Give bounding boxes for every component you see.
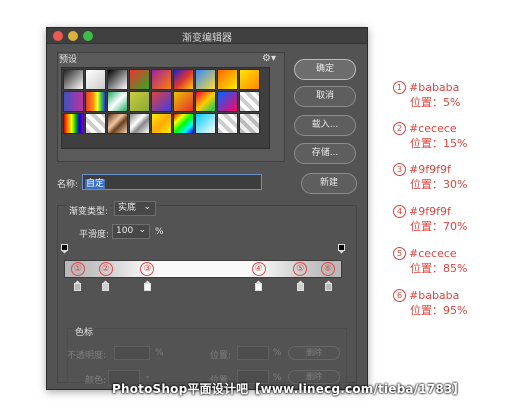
ok-button[interactable]: 确定 xyxy=(294,59,356,80)
smoothness-label: 平滑度: xyxy=(79,230,110,240)
preset-swatch[interactable] xyxy=(195,69,216,90)
stop-marker-1: ① xyxy=(70,262,85,276)
annotation-number: 1 xyxy=(393,81,406,94)
stops-section-label: 色标 xyxy=(73,325,96,338)
preset-swatch[interactable] xyxy=(129,69,150,90)
preset-swatch[interactable] xyxy=(217,69,238,90)
preset-swatch[interactable] xyxy=(173,113,194,134)
preset-swatch[interactable] xyxy=(151,91,172,112)
opacity-stop-right[interactable] xyxy=(338,244,345,254)
opacity-label: 不透明度: xyxy=(67,351,107,361)
smoothness-unit: % xyxy=(155,227,164,237)
annotation-position: 位置：30% xyxy=(410,178,468,191)
name-label: 名称: xyxy=(57,180,79,190)
preset-swatch-grid xyxy=(61,67,270,149)
preset-swatch[interactable] xyxy=(63,69,84,90)
preset-swatch[interactable] xyxy=(151,113,172,134)
title-bar[interactable]: 渐变编辑器 xyxy=(47,28,367,44)
color-stop-1[interactable] xyxy=(74,280,82,291)
smoothness-value: 100 xyxy=(116,226,134,236)
color-stop-6[interactable] xyxy=(324,280,332,291)
presets-label: 预设 xyxy=(59,55,78,65)
preset-swatch[interactable] xyxy=(129,91,150,112)
preset-swatch[interactable] xyxy=(195,91,216,112)
annotation-number: 2 xyxy=(393,122,406,135)
gradient-type-select[interactable]: 实底 ⌄ xyxy=(114,201,156,216)
color-stop-2[interactable] xyxy=(102,280,110,291)
annotation-number: 3 xyxy=(393,163,406,176)
annotation-position: 位置：95% xyxy=(410,304,468,317)
cancel-button[interactable]: 取消 xyxy=(294,86,356,107)
color-label: 颜色: xyxy=(85,376,107,386)
annotation-1: 1 #bababa 位置：5% xyxy=(393,80,460,110)
preset-swatch[interactable] xyxy=(107,91,128,112)
location-input[interactable] xyxy=(237,346,269,360)
opacity-stop-left[interactable] xyxy=(61,244,68,254)
color-stop-3[interactable] xyxy=(143,280,151,291)
annotation-4: 4 #9f9f9f 位置：70% xyxy=(393,204,467,234)
preset-swatch[interactable] xyxy=(239,113,260,134)
opacity-input[interactable] xyxy=(114,346,150,360)
location-label: 位置: xyxy=(210,351,232,361)
preset-swatch[interactable] xyxy=(85,69,106,90)
chevron-down-icon: ⌄ xyxy=(143,202,151,212)
location-unit: % xyxy=(273,348,282,358)
annotation-number: 6 xyxy=(393,289,406,302)
annotation-color: #9f9f9f xyxy=(409,205,451,218)
gradient-type-value: 实底 xyxy=(118,203,137,213)
preset-swatch[interactable] xyxy=(173,69,194,90)
preset-swatch[interactable] xyxy=(217,113,238,134)
annotation-position: 位置：85% xyxy=(410,262,468,275)
color-stop-5[interactable] xyxy=(296,280,304,291)
preset-swatch[interactable] xyxy=(239,69,260,90)
chevron-down-icon: ⌄ xyxy=(138,225,146,235)
delete-button[interactable]: 删除 xyxy=(288,346,340,360)
new-button[interactable]: 新建 xyxy=(301,173,357,194)
preset-swatch[interactable] xyxy=(129,113,150,134)
preset-swatch[interactable] xyxy=(107,113,128,134)
watermark: PhotoShop平面设计吧【www.linecg.com/tieba/1783… xyxy=(112,382,465,396)
stop-marker-4: ④ xyxy=(251,262,266,276)
dialog-title: 渐变编辑器 xyxy=(182,33,232,44)
annotation-color: #cecece xyxy=(409,122,457,135)
annotation-color: #9f9f9f xyxy=(409,163,451,176)
save-button[interactable]: 存储... xyxy=(294,143,356,164)
preset-swatch[interactable] xyxy=(217,91,238,112)
preset-swatch[interactable] xyxy=(85,91,106,112)
annotation-position: 位置：5% xyxy=(410,96,461,109)
annotation-number: 4 xyxy=(393,205,406,218)
preset-swatch[interactable] xyxy=(63,91,84,112)
annotation-number: 5 xyxy=(393,247,406,260)
gear-icon[interactable]: ⚙▾ xyxy=(262,53,276,64)
gradient-type-label: 渐变类型: xyxy=(67,204,111,217)
preset-swatch[interactable] xyxy=(239,91,260,112)
smoothness-input[interactable]: 100 ⌄ xyxy=(112,224,150,239)
annotation-5: 5 #cecece 位置：85% xyxy=(393,246,467,276)
preset-swatch[interactable] xyxy=(173,91,194,112)
annotation-2: 2 #cecece 位置：15% xyxy=(393,121,467,151)
annotation-position: 位置：15% xyxy=(410,137,468,150)
name-input[interactable]: 自定 xyxy=(82,174,262,190)
annotation-color: #cecece xyxy=(409,247,457,260)
annotation-3: 3 #9f9f9f 位置：30% xyxy=(393,162,467,192)
annotation-position: 位置：70% xyxy=(410,220,468,233)
opacity-unit: % xyxy=(155,348,164,358)
annotation-color: #bababa xyxy=(409,289,460,302)
preset-swatch[interactable] xyxy=(107,69,128,90)
stop-marker-6: ⑥ xyxy=(321,262,336,276)
annotation-6: 6 #bababa 位置：95% xyxy=(393,288,467,318)
name-value: 自定 xyxy=(85,179,106,189)
preset-swatch[interactable] xyxy=(195,113,216,134)
preset-swatch[interactable] xyxy=(151,69,172,90)
gradient-editor-dialog: 渐变编辑器 预设 ⚙▾ 确定 取消 载入... 存储... 新建 名称: 自定 … xyxy=(46,27,368,390)
annotation-color: #bababa xyxy=(409,81,460,94)
preset-swatch[interactable] xyxy=(85,113,106,134)
load-button[interactable]: 载入... xyxy=(294,115,356,136)
preset-swatch[interactable] xyxy=(63,113,84,134)
stop-marker-2: ② xyxy=(98,262,113,276)
color-stop-4[interactable] xyxy=(255,280,263,291)
